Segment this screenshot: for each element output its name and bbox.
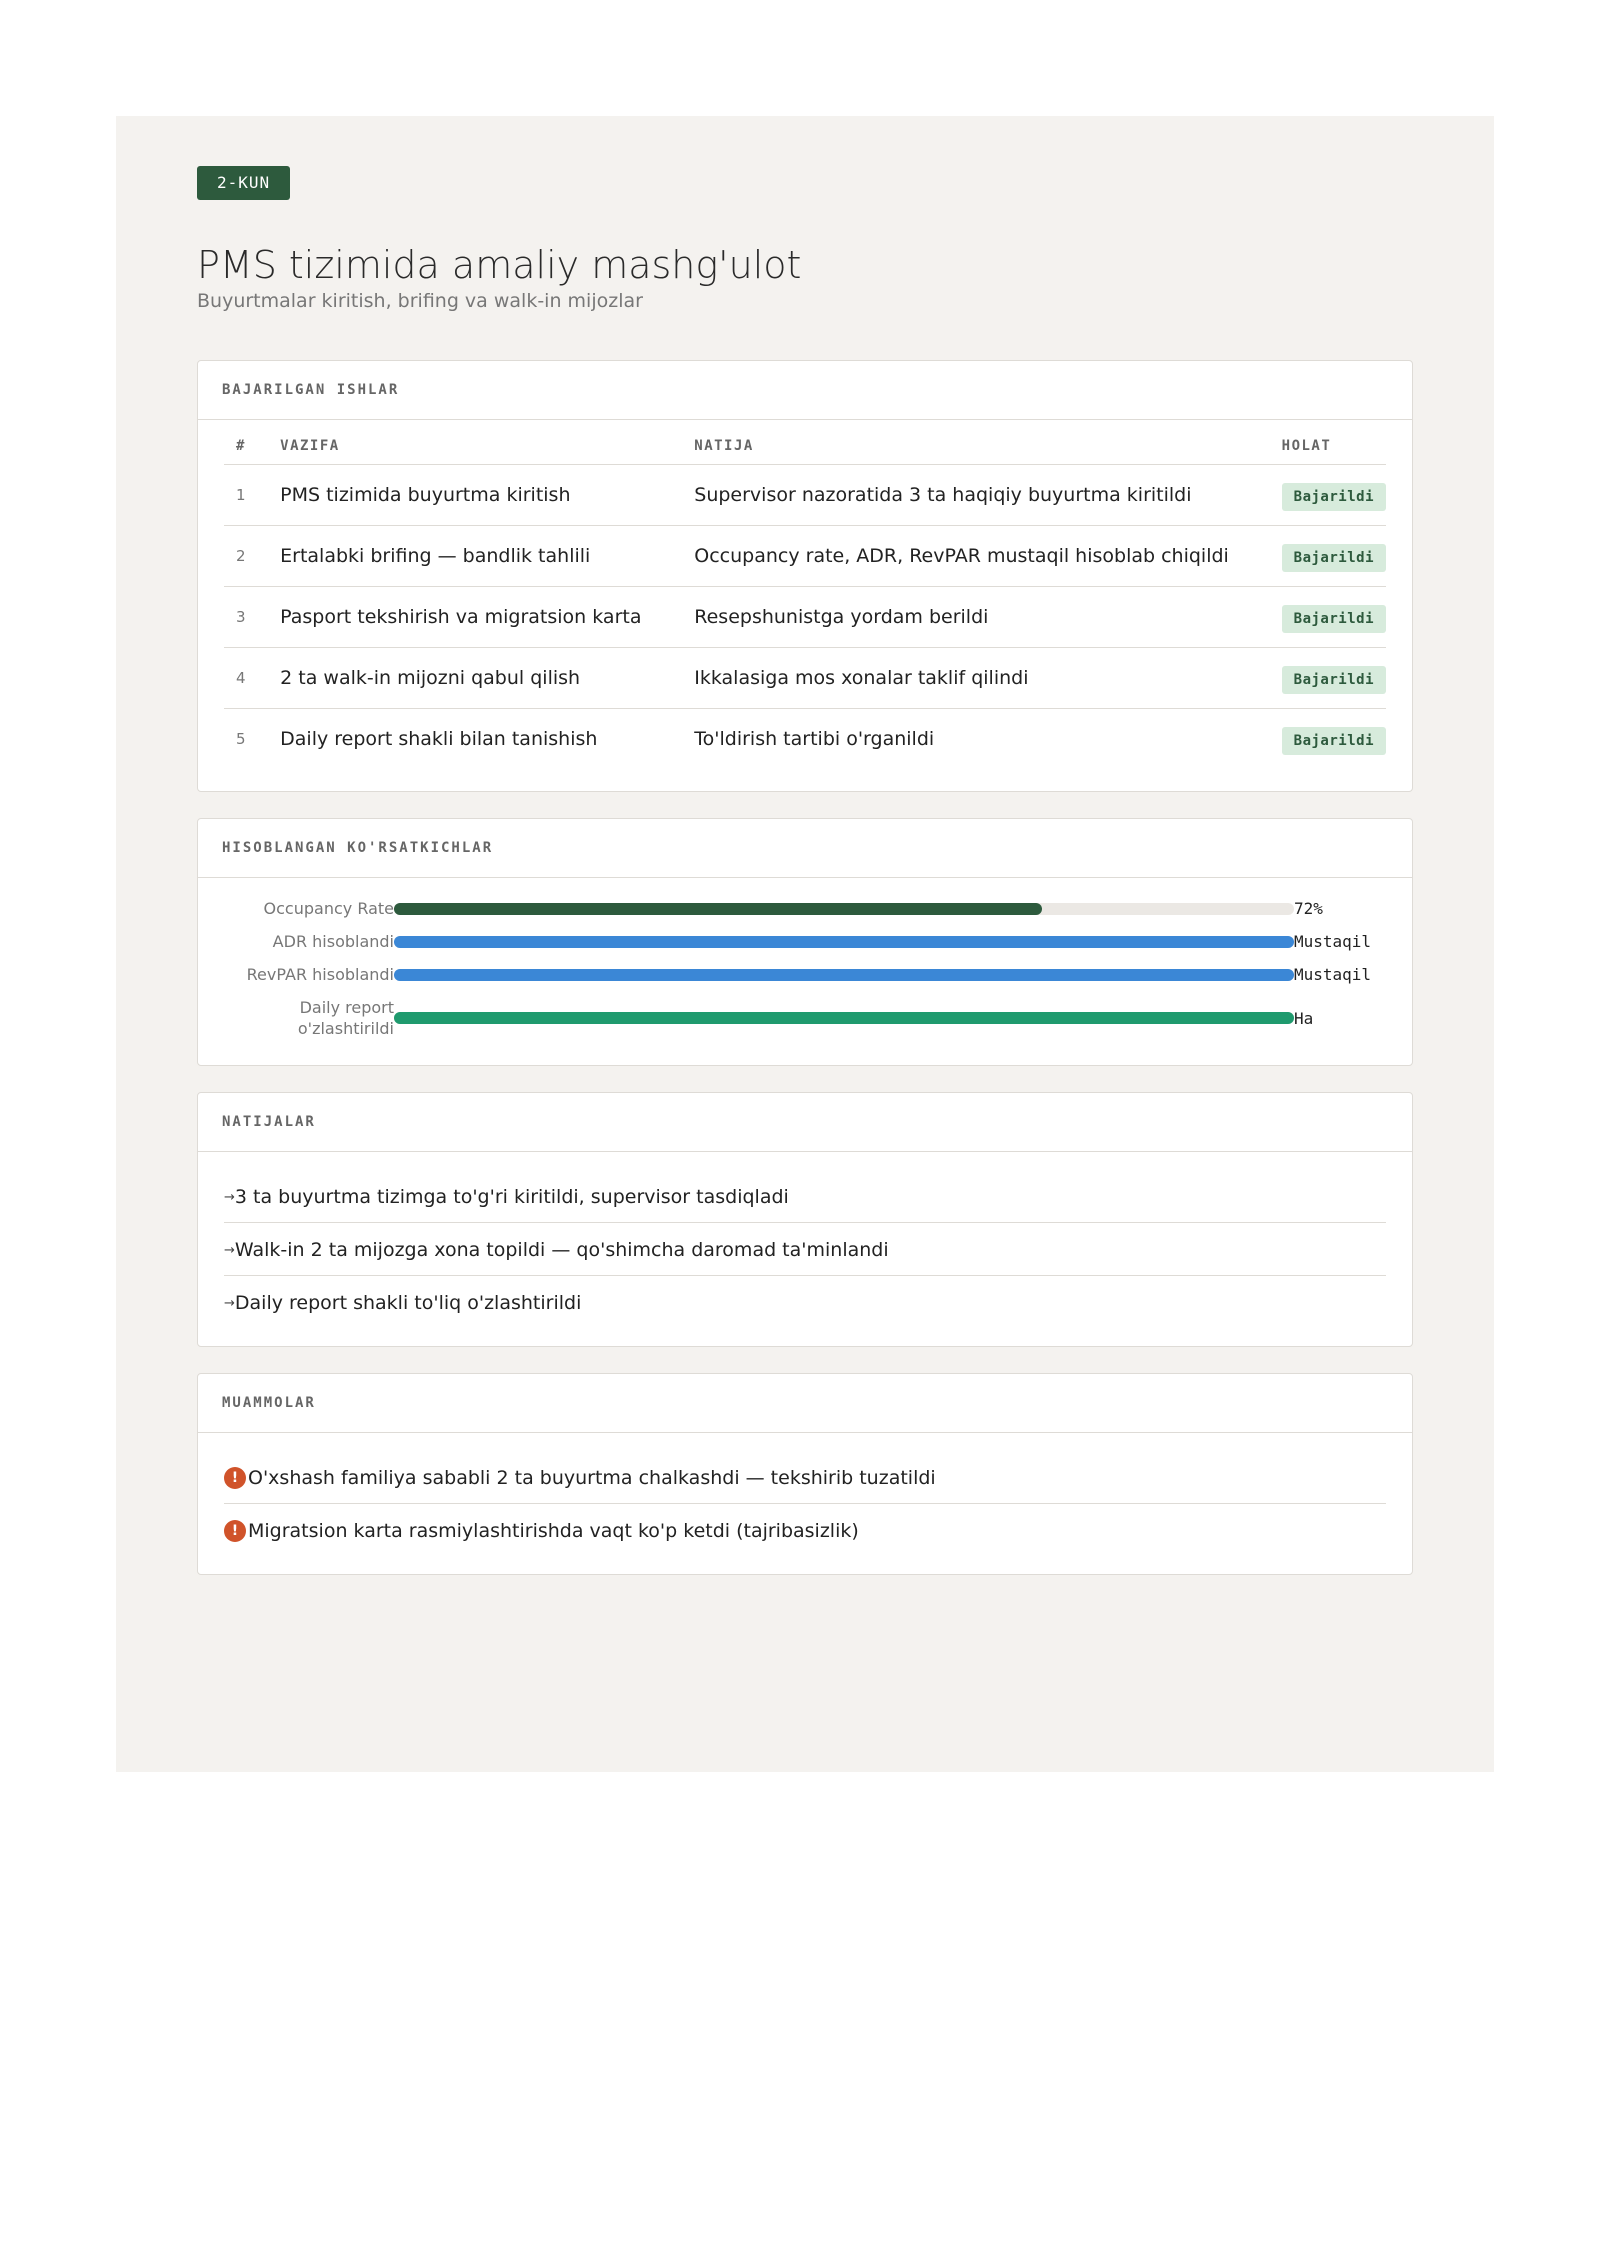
- metric-track: [394, 1012, 1294, 1024]
- row-task: Daily report shakli bilan tanishish: [280, 728, 598, 750]
- table-row: 4 2 ta walk-in mijozni qabul qilish Ikka…: [224, 647, 1386, 709]
- table-row: 5 Daily report shakli bilan tanishish To…: [224, 709, 1386, 770]
- table-row: 1 PMS tizimida buyurtma kiritish Supervi…: [224, 464, 1386, 526]
- tasks-section-title: BAJARILGAN ISHLAR: [198, 361, 1412, 420]
- row-task: PMS tizimida buyurtma kiritish: [280, 464, 695, 526]
- row-number: 5: [236, 730, 246, 748]
- day-badge: 2-KUN: [197, 166, 291, 200]
- problems-list: ! O'xshash familiya sababli 2 ta buyurtm…: [198, 1433, 1412, 1574]
- metric-label: Daily report o'zlashtirildi: [297, 998, 394, 1038]
- row-result: Ikkalasiga mos xonalar taklif qilindi: [694, 647, 1282, 709]
- list-item: → 3 ta buyurtma tizimga to'g'ri kiritild…: [224, 1170, 1386, 1223]
- metric-row: ADR hisoblandi Mustaqil: [224, 931, 1386, 952]
- results-section-title: NATIJALAR: [198, 1093, 1412, 1152]
- page-title: PMS tizimida amaliy mashg'ulot: [197, 243, 802, 287]
- row-number: 4: [224, 647, 281, 709]
- column-header-status: HOLAT: [1281, 420, 1386, 465]
- column-header-result: NATIJA: [694, 420, 1282, 465]
- page-subtitle: Buyurtmalar kiritish, brifing va walk-in…: [197, 290, 643, 312]
- metric-label: ADR hisoblandi: [272, 932, 394, 951]
- results-card: NATIJALAR → 3 ta buyurtma tizimga to'g'r…: [197, 1092, 1413, 1347]
- metric-row: Occupancy Rate 72%: [224, 898, 1386, 919]
- status-badge: Bajarildi: [1281, 483, 1386, 511]
- row-task: Pasport tekshirish va migratsion karta: [280, 586, 695, 648]
- result-text: Walk-in 2 ta mijozga xona topildi — qo's…: [234, 1239, 889, 1261]
- list-item: ! O'xshash familiya sababli 2 ta buyurtm…: [224, 1451, 1386, 1504]
- metric-bar: [394, 968, 1294, 981]
- arrow-icon: →: [224, 1189, 235, 1205]
- metric-value: Ha: [1294, 1008, 1314, 1028]
- metric-track: [394, 935, 1294, 948]
- row-task: 2 ta walk-in mijozni qabul qilish: [280, 647, 695, 709]
- metric-label: Occupancy Rate: [263, 899, 394, 918]
- row-result: Occupancy rate, ADR, RevPAR mustaqil his…: [694, 525, 1282, 587]
- status-badge: Bajarildi: [1281, 544, 1386, 572]
- arrow-icon: →: [224, 1242, 235, 1258]
- result-text: 3 ta buyurtma tizimga to'g'ri kiritildi,…: [234, 1186, 789, 1208]
- status-badge: Bajarildi: [1281, 727, 1386, 755]
- warning-icon: !: [224, 1467, 246, 1489]
- list-item: → Daily report shakli to'liq o'zlashtiri…: [224, 1276, 1386, 1328]
- metric-value: Mustaqil: [1294, 932, 1372, 951]
- problem-text: Migratsion karta rasmiylashtirishda vaqt…: [248, 1520, 859, 1542]
- metric-bar: [394, 935, 1294, 948]
- row-result: Resepshunistga yordam berildi: [694, 586, 1282, 648]
- row-result: Supervisor nazoratida 3 ta haqiqiy buyur…: [694, 464, 1282, 526]
- list-item: → Walk-in 2 ta mijozga xona topildi — qo…: [224, 1223, 1386, 1276]
- row-task: Ertalabki brifing — bandlik tahlili: [280, 525, 695, 587]
- metrics-list: Occupancy Rate 72% ADR hisoblandi Mustaq…: [198, 878, 1412, 1065]
- metric-row: RevPAR hisoblandi Mustaqil: [224, 964, 1386, 985]
- column-header-number: #: [224, 420, 281, 465]
- metrics-card: HISOBLANGAN KO'RSATKICHLAR Occupancy Rat…: [197, 818, 1413, 1066]
- results-list: → 3 ta buyurtma tizimga to'g'ri kiritild…: [198, 1152, 1412, 1346]
- metric-row: Daily report o'zlashtirildi Ha: [224, 997, 1386, 1039]
- table-row: 2 Ertalabki brifing — bandlik tahlili Oc…: [224, 525, 1386, 587]
- metric-track: [394, 902, 1294, 915]
- metric-bar: [394, 902, 1042, 915]
- status-badge: Bajarildi: [1281, 666, 1386, 694]
- metric-bar: [394, 1012, 1294, 1024]
- metric-label: RevPAR hisoblandi: [246, 965, 394, 984]
- tasks-table-header: # VAZIFA NATIJA HOLAT: [224, 420, 1386, 465]
- report-content: 2-KUN PMS tizimida amaliy mashg'ulot Buy…: [197, 166, 1413, 1575]
- arrow-icon: →: [224, 1295, 235, 1311]
- table-row: 3 Pasport tekshirish va migratsion karta…: [224, 586, 1386, 648]
- row-number: 1: [224, 464, 281, 526]
- result-text: Daily report shakli to'liq o'zlashtirild…: [234, 1292, 582, 1314]
- list-item: ! Migratsion karta rasmiylashtirishda va…: [224, 1504, 1386, 1556]
- row-result: To'ldirish tartibi o'rganildi: [694, 728, 935, 750]
- problem-text: O'xshash familiya sababli 2 ta buyurtma …: [248, 1467, 936, 1489]
- metric-track: [394, 968, 1294, 981]
- column-header-task: VAZIFA: [280, 420, 695, 465]
- tasks-card: BAJARILGAN ISHLAR # VAZIFA NATIJA HOLAT …: [197, 360, 1413, 792]
- status-badge: Bajarildi: [1281, 605, 1386, 633]
- tasks-table: # VAZIFA NATIJA HOLAT 1 PMS tizimida buy…: [224, 420, 1386, 769]
- metrics-section-title: HISOBLANGAN KO'RSATKICHLAR: [198, 819, 1412, 878]
- warning-icon: !: [224, 1520, 246, 1542]
- metric-value: 72%: [1294, 899, 1323, 918]
- report-page: 2-KUN PMS tizimida amaliy mashg'ulot Buy…: [116, 116, 1494, 1772]
- problems-card: MUAMMOLAR ! O'xshash familiya sababli 2 …: [197, 1373, 1413, 1575]
- row-number: 2: [224, 525, 281, 587]
- row-number: 3: [224, 586, 281, 648]
- problems-section-title: MUAMMOLAR: [198, 1374, 1412, 1433]
- metric-value: Mustaqil: [1294, 965, 1372, 984]
